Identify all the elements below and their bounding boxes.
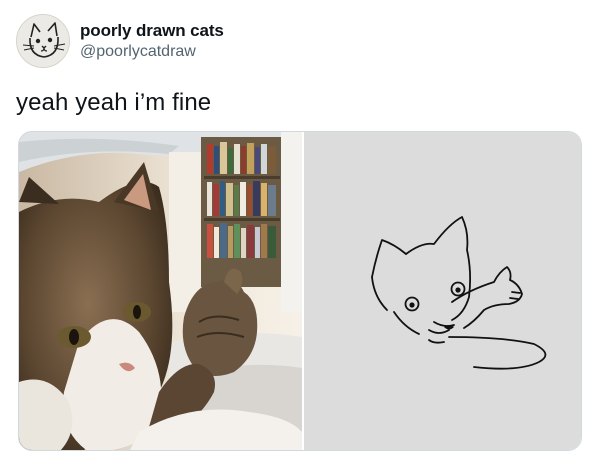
media-grid [18, 131, 582, 451]
tweet-text: yeah yeah i’m fine [16, 89, 212, 116]
cat-drawing[interactable] [304, 132, 581, 450]
avatar[interactable] [16, 14, 70, 68]
author-display-name[interactable]: poorly drawn cats [80, 21, 224, 41]
poorly-drawn-cat-avatar-icon [17, 15, 69, 67]
cat-photo[interactable] [19, 132, 302, 450]
author-handle[interactable]: @poorlycatdraw [80, 43, 196, 61]
